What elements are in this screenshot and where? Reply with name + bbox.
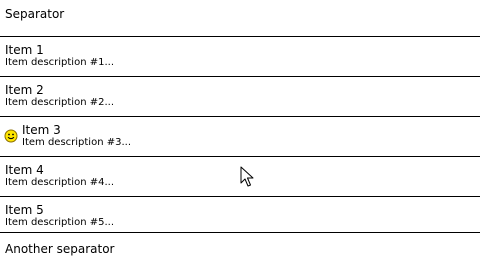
- item-title: Item 5: [5, 203, 44, 217]
- item-description: Item description #3...: [22, 137, 131, 148]
- smiley-icon: [4, 128, 18, 143]
- list-item-4[interactable]: Item 4 Item description #4...: [0, 156, 480, 196]
- item-title: Item 1: [5, 43, 44, 57]
- separator-bottom: Another separator: [0, 233, 480, 269]
- item-description: Item description #5...: [5, 217, 114, 228]
- list-item-3[interactable]: Item 3 Item description #3...: [0, 116, 480, 156]
- list-item-1[interactable]: Item 1 Item description #1...: [0, 36, 480, 76]
- separator-label: Separator: [5, 7, 65, 21]
- item-list: Separator Item 1 Item description #1... …: [0, 0, 480, 272]
- separator-label: Another separator: [5, 242, 115, 256]
- list-item-5[interactable]: Item 5 Item description #5...: [0, 196, 480, 232]
- item-title: Item 4: [5, 163, 44, 177]
- list-item-2[interactable]: Item 2 Item description #2...: [0, 76, 480, 116]
- item-title: Item 2: [5, 83, 44, 97]
- item-description: Item description #2...: [5, 97, 114, 108]
- item-title: Item 3: [22, 123, 61, 137]
- separator-top: Separator: [0, 0, 480, 36]
- item-description: Item description #1...: [5, 57, 114, 68]
- item-description: Item description #4...: [5, 177, 114, 188]
